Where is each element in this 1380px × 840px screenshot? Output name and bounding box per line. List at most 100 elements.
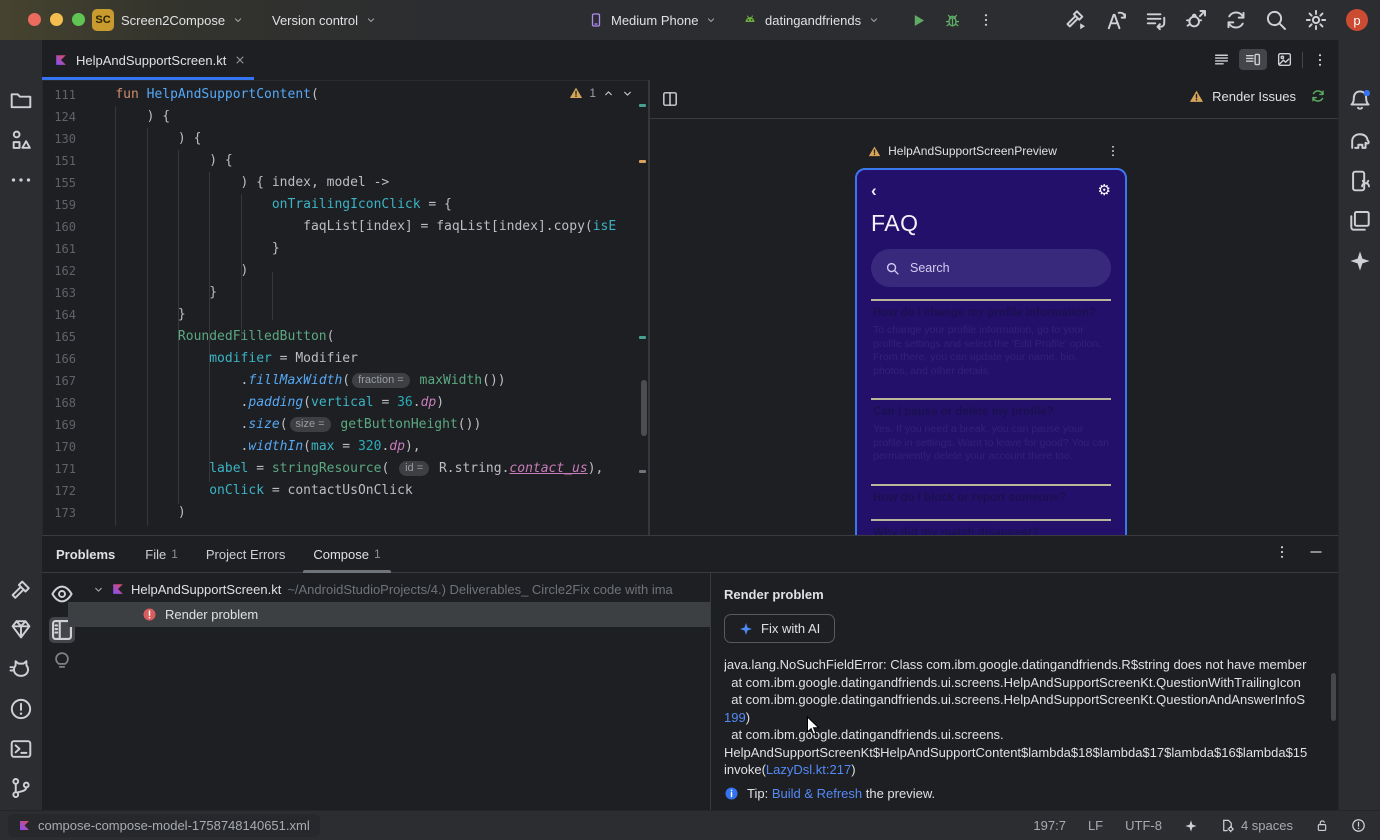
minimize-window-button[interactable] — [50, 13, 63, 26]
code-text[interactable]: .size(size = getButtonHeight()) — [84, 414, 481, 436]
code-line[interactable]: 162 ) — [42, 260, 636, 282]
gemini-ai-icon[interactable] — [1348, 249, 1372, 273]
close-tab-icon[interactable] — [234, 54, 246, 66]
code-line[interactable]: 163 } — [42, 282, 636, 304]
code-text[interactable]: ) { — [84, 106, 170, 128]
render-issues-status[interactable]: Render Issues — [1189, 88, 1326, 104]
debug-button[interactable] — [944, 12, 961, 29]
code-line[interactable]: 168 .padding(vertical = 36.dp) — [42, 392, 636, 414]
code-line[interactable]: 161 } — [42, 238, 636, 260]
problems-tab-compose[interactable]: Compose 1 — [303, 536, 392, 573]
code-text[interactable]: ) { — [84, 128, 202, 150]
code-line[interactable]: 159 onTrailingIconClick = { — [42, 194, 636, 216]
run-button[interactable] — [910, 12, 927, 29]
line-number[interactable]: 167 — [42, 370, 84, 392]
gradle-sync-icon[interactable] — [1224, 8, 1248, 32]
panel-options-icon[interactable] — [1274, 544, 1290, 560]
line-number[interactable]: 164 — [42, 304, 84, 326]
code-text[interactable]: label = stringResource( id = R.string.co… — [84, 458, 603, 480]
line-number[interactable]: 165 — [42, 326, 84, 348]
code-text[interactable]: ) — [84, 260, 249, 282]
line-number[interactable]: 169 — [42, 414, 84, 436]
git-tool-icon[interactable] — [9, 776, 33, 800]
terminal-tool-icon[interactable] — [9, 737, 33, 761]
line-number[interactable]: 124 — [42, 106, 84, 128]
next-issue-icon[interactable] — [621, 87, 634, 100]
running-devices-icon[interactable] — [9, 657, 33, 681]
code-line[interactable]: 167 .fillMaxWidth(fraction = maxWidth()) — [42, 370, 636, 392]
project-tool-icon[interactable] — [9, 88, 33, 112]
code-line[interactable]: 165 RoundedFilledButton( — [42, 326, 636, 348]
code-text[interactable]: .widthIn(max = 320.dp), — [84, 436, 421, 458]
settings-gear-icon[interactable] — [1304, 8, 1328, 32]
code-text[interactable]: onTrailingIconClick = { — [84, 194, 452, 216]
code-line[interactable]: 172 onClick = contactUsOnClick — [42, 480, 636, 502]
problems-tab-project-errors[interactable]: Project Errors — [206, 536, 285, 573]
file-encoding[interactable]: UTF-8 — [1125, 818, 1162, 833]
problems-tab-file[interactable]: File 1 — [145, 536, 178, 573]
stack-source-link[interactable]: 199 — [724, 710, 746, 725]
hide-panel-icon[interactable] — [1308, 544, 1324, 560]
inspection-widget[interactable]: 1 — [569, 86, 634, 100]
line-number[interactable]: 168 — [42, 392, 84, 414]
line-number[interactable]: 173 — [42, 502, 84, 524]
search-everywhere-icon[interactable] — [1264, 8, 1288, 32]
preview-layout-icon[interactable] — [661, 90, 679, 108]
run-configuration-selector[interactable]: datingandfriends — [742, 8, 880, 32]
gradle-tool-icon[interactable] — [1348, 129, 1372, 153]
split-view-icon[interactable] — [1239, 49, 1267, 70]
line-number[interactable]: 170 — [42, 436, 84, 458]
code-line[interactable]: 170 .widthIn(max = 320.dp), — [42, 436, 636, 458]
more-tools-icon[interactable] — [9, 168, 33, 192]
code-line[interactable]: 155 ) { index, model -> — [42, 172, 636, 194]
code-line[interactable]: 111 fun HelpAndSupportContent( — [42, 84, 636, 106]
code-text[interactable]: modifier = Modifier — [84, 348, 358, 370]
maximize-window-button[interactable] — [72, 13, 85, 26]
line-ending[interactable]: LF — [1088, 818, 1103, 833]
fix-with-ai-button[interactable]: Fix with AI — [724, 614, 836, 643]
problems-file-node[interactable]: HelpAndSupportScreen.kt ~/AndroidStudioP… — [92, 577, 673, 601]
detail-scrollbar[interactable] — [1331, 673, 1336, 721]
code-line[interactable]: 130 ) { — [42, 128, 636, 150]
code-text[interactable]: fun HelpAndSupportContent( — [84, 84, 319, 106]
code-line[interactable]: 164 } — [42, 304, 636, 326]
code-text[interactable]: } — [84, 238, 280, 260]
line-number[interactable]: 151 — [42, 150, 84, 172]
notifications-bell-icon[interactable] — [1348, 88, 1372, 112]
task-list-icon[interactable] — [1144, 8, 1168, 32]
line-number[interactable]: 161 — [42, 238, 84, 260]
ai-transform-icon[interactable] — [1104, 8, 1128, 32]
code-text[interactable]: RoundedFilledButton( — [84, 326, 335, 348]
code-view-icon[interactable] — [1213, 51, 1230, 68]
code-text[interactable]: } — [84, 304, 186, 326]
file-lock-icon[interactable] — [1315, 818, 1329, 833]
code-line[interactable]: 171 label = stringResource( id = R.strin… — [42, 458, 636, 480]
line-number[interactable]: 172 — [42, 480, 84, 502]
notifications-status-icon[interactable] — [1351, 818, 1366, 833]
line-number[interactable]: 162 — [42, 260, 84, 282]
user-avatar[interactable]: p — [1346, 9, 1368, 31]
expand-chevron-icon[interactable] — [92, 583, 105, 596]
line-number[interactable]: 130 — [42, 128, 84, 150]
code-text[interactable]: } — [84, 282, 217, 304]
previous-issue-icon[interactable] — [602, 87, 615, 100]
code-line[interactable]: 160 faqList[index] = faqList[index].copy… — [42, 216, 636, 238]
code-text[interactable]: faqList[index] = faqList[index].copy(isE — [84, 216, 616, 238]
project-menu[interactable]: SC Screen2Compose — [92, 8, 244, 32]
code-text[interactable]: onClick = contactUsOnClick — [84, 480, 413, 502]
editor-scrollbar[interactable] — [641, 380, 647, 436]
line-number[interactable]: 160 — [42, 216, 84, 238]
design-view-icon[interactable] — [1276, 51, 1293, 68]
line-number[interactable]: 171 — [42, 458, 84, 480]
code-line[interactable]: 151 ) { — [42, 150, 636, 172]
structure-tool-icon[interactable] — [9, 128, 33, 152]
editor-tab[interactable]: HelpAndSupportScreen.kt — [42, 40, 258, 80]
code-text[interactable]: .padding(vertical = 36.dp) — [84, 392, 445, 414]
quickfix-bulb-icon[interactable] — [49, 649, 75, 671]
editor-options-icon[interactable] — [1312, 52, 1328, 68]
code-text[interactable]: ) { — [84, 150, 233, 172]
line-number[interactable]: 163 — [42, 282, 84, 304]
resource-manager-icon[interactable] — [1348, 209, 1372, 233]
device-selector[interactable]: Medium Phone — [588, 8, 717, 32]
problems-tool-icon[interactable] — [9, 697, 33, 721]
